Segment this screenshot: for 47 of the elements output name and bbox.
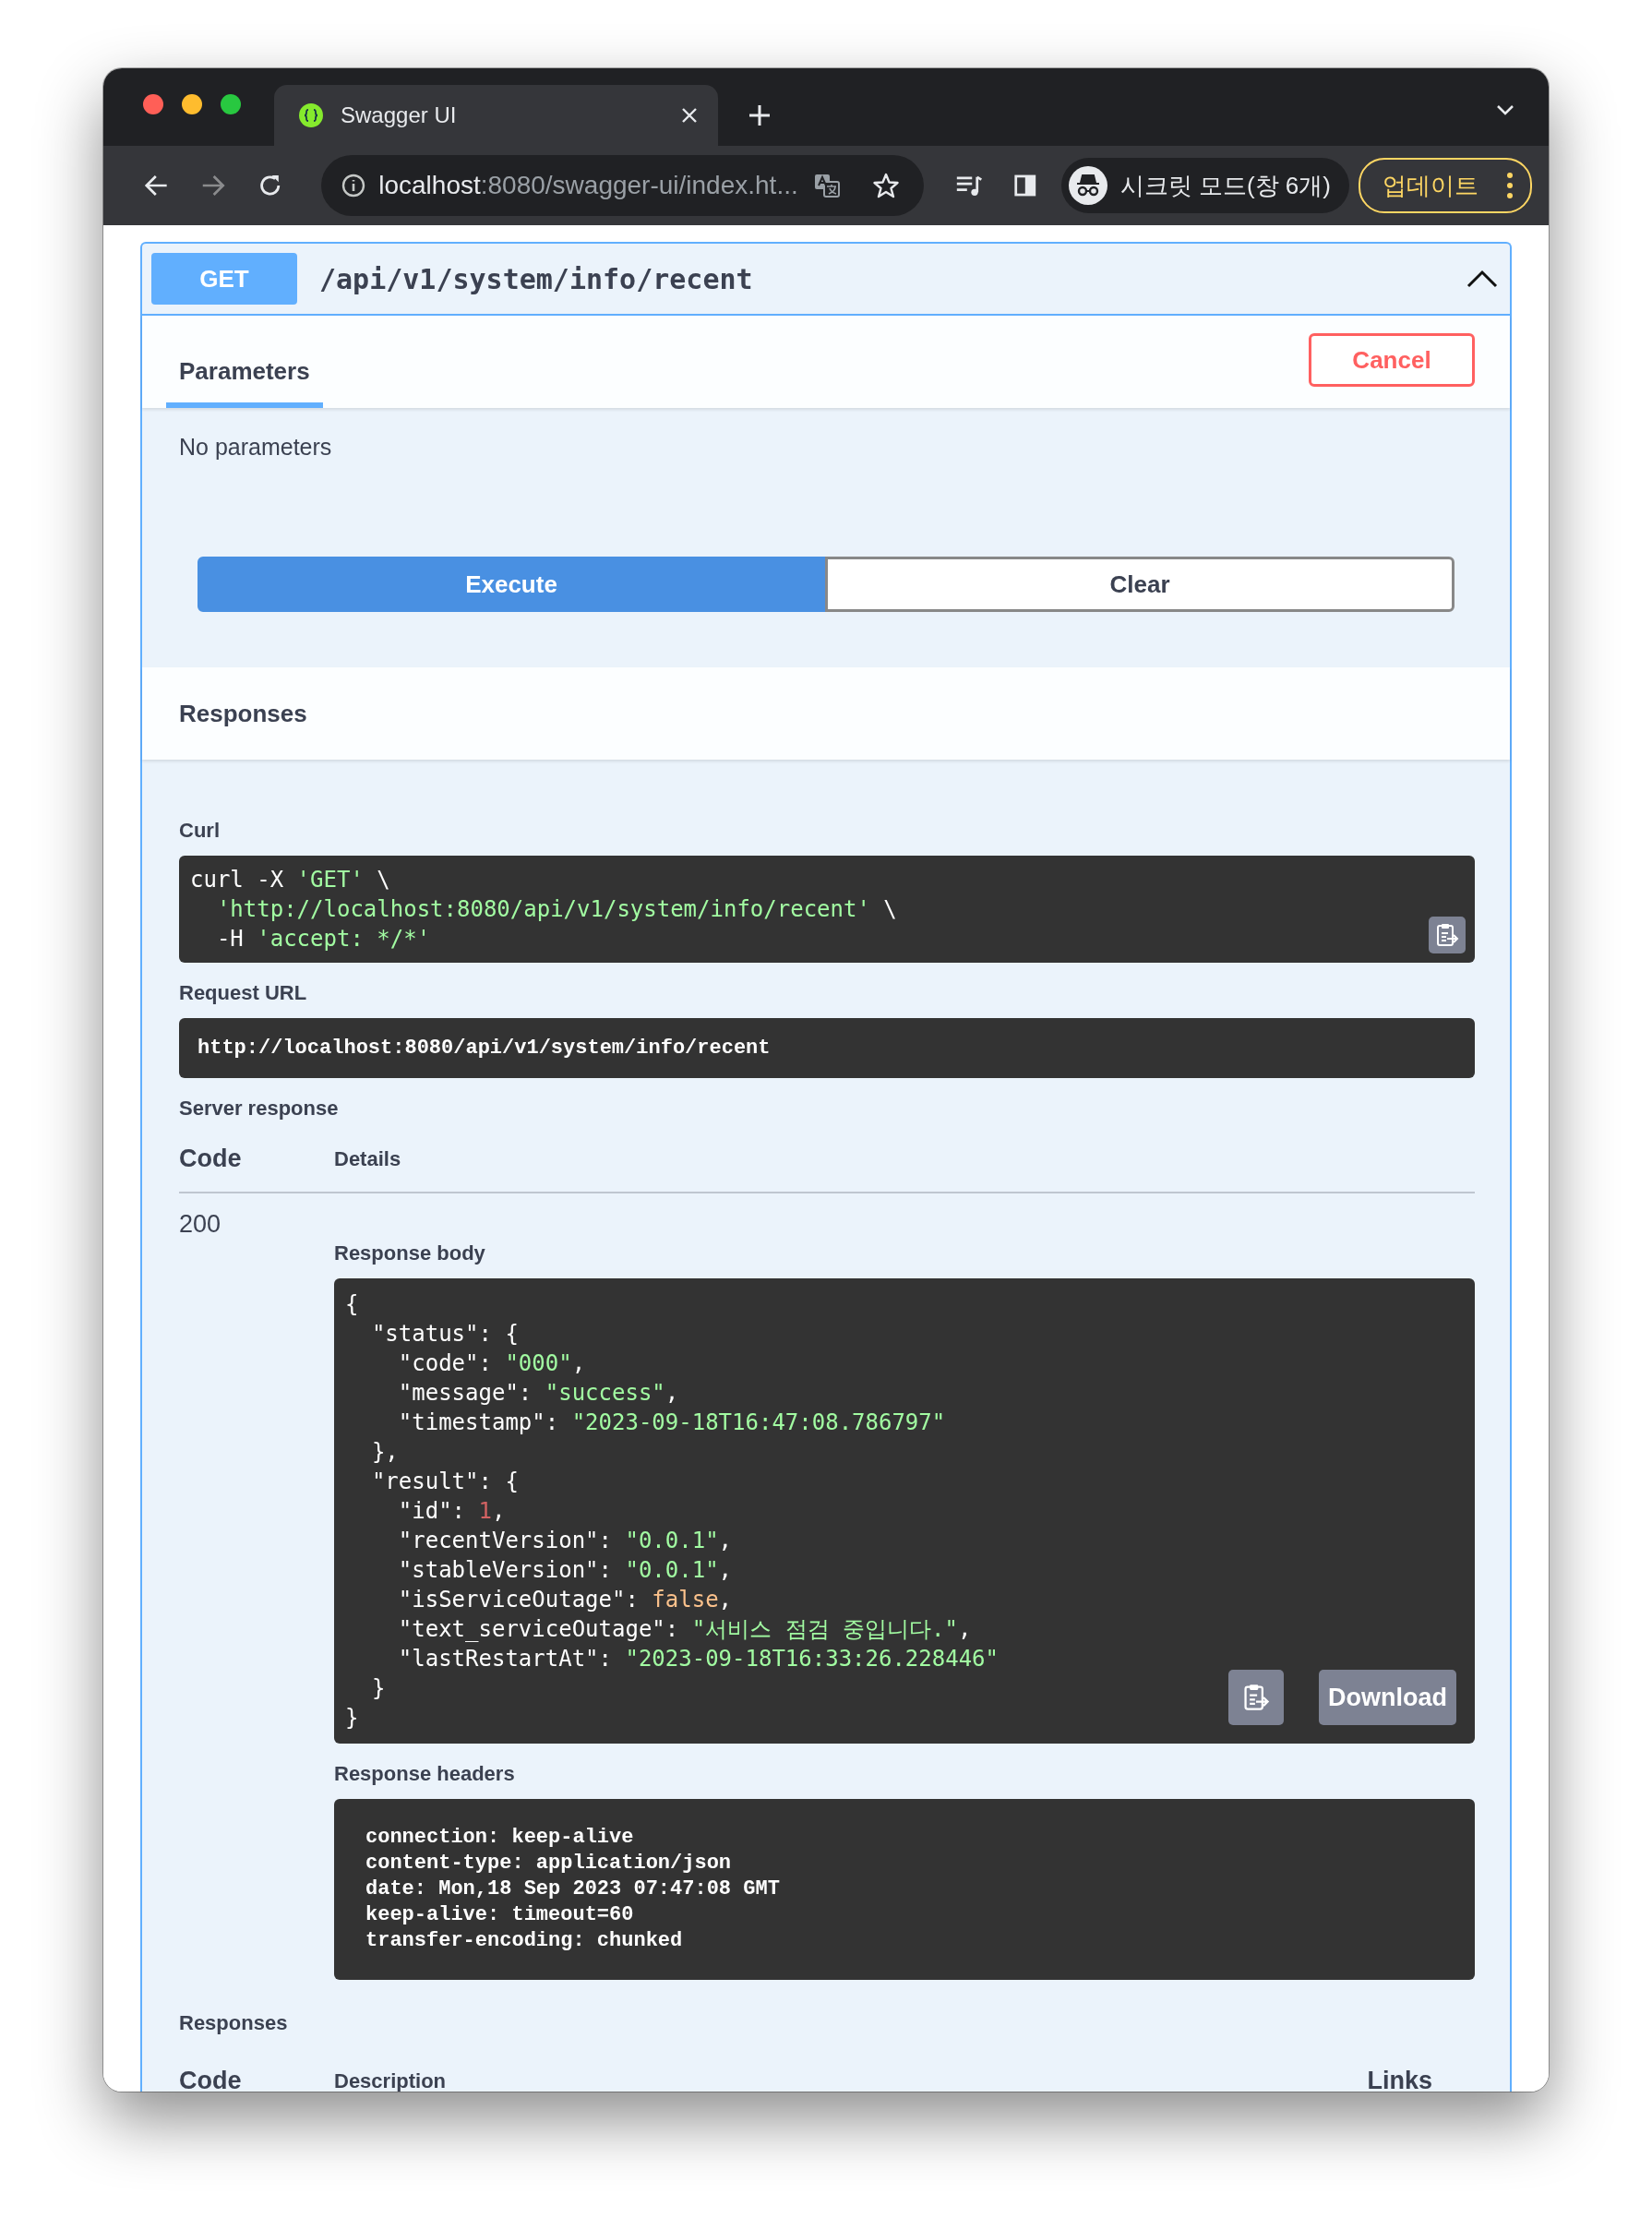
address-bar[interactable]: localhost:8080/swagger-ui/index.ht... (321, 155, 924, 216)
curl-code-block: curl -X 'GET' \ 'http://localhost:8080/api/v1/system/info/recent' \ -H 'accept: */*' (179, 856, 1475, 963)
request-url-value: http://localhost:8080/api/v1/system/info/recent (179, 1018, 1475, 1078)
braces-icon (298, 102, 324, 128)
copy-button[interactable] (1429, 917, 1466, 953)
column-header: Code (179, 1145, 243, 1173)
column-header: Links (1367, 2067, 1432, 2092)
no-parameters-text: No parameters (179, 434, 333, 461)
response-headers-code: connection: keep-alive content-type: application/json date: Mon,18 Sep 2023 07:47:08 GMT keep-alive: timeout=60 transfer-encoding: chunked (334, 1799, 1475, 1980)
update-button[interactable]: 업데이트 (1359, 158, 1532, 213)
new-tab-icon[interactable] (748, 103, 772, 127)
responses-label: Responses (179, 2011, 289, 2035)
download-button[interactable]: Download (1319, 1670, 1456, 1725)
response-headers-label: Response headers (334, 1762, 516, 1786)
clipboard-icon (1242, 1683, 1270, 1712)
side-panel-icon[interactable] (1013, 173, 1037, 198)
request-url-label: Request URL (179, 981, 308, 1005)
close-icon[interactable] (681, 107, 698, 124)
status-code: 200 (179, 1210, 222, 1240)
star-icon[interactable] (871, 172, 900, 199)
responses-heading: Responses (179, 699, 307, 728)
forward-icon[interactable] (200, 173, 226, 198)
clear-button[interactable]: Clear (825, 557, 1454, 612)
response-body-label: Response body (334, 1241, 486, 1265)
column-header: Description (334, 2068, 448, 2092)
incognito-icon (1068, 166, 1107, 205)
minimize-window-button[interactable] (182, 94, 202, 114)
browser-tab[interactable]: Swagger UI (274, 85, 718, 146)
endpoint-path: /api/v1/system/info/recent (319, 262, 754, 295)
translate-icon[interactable] (812, 173, 841, 198)
clipboard-icon (1435, 922, 1459, 948)
zoom-window-button[interactable] (221, 94, 241, 114)
method-badge: GET (151, 253, 297, 305)
more-vertical-icon (1506, 172, 1514, 199)
back-icon[interactable] (144, 173, 170, 198)
response-body-code: { "status": { "code": "000", "message": "success", "timestamp": "2023-09-18T16:47:08.786797" }, "result": { "id": 1, "recentVersion": "0.0.1", "stableVersion": "0.0.1", "isServiceOutage": false, "text_serviceOutage": "서비스 점검 중입니다.", "lastRestartAt": "2023-09-18T16:33:26.228446" } } Download (334, 1278, 1475, 1744)
chevron-down-icon[interactable] (1495, 103, 1515, 116)
parameters-tab[interactable]: Parameters (166, 357, 323, 408)
curl-label: Curl (179, 819, 221, 843)
server-response-label: Server response (179, 1097, 340, 1121)
copy-button[interactable] (1228, 1670, 1284, 1725)
close-window-button[interactable] (143, 94, 163, 114)
info-icon (341, 174, 366, 198)
incognito-button[interactable]: 시크릿 모드(창 6개) (1060, 158, 1349, 213)
column-header: Code (179, 2067, 243, 2092)
caret-icon[interactable] (1466, 269, 1499, 289)
column-header: Details (334, 1146, 402, 1171)
